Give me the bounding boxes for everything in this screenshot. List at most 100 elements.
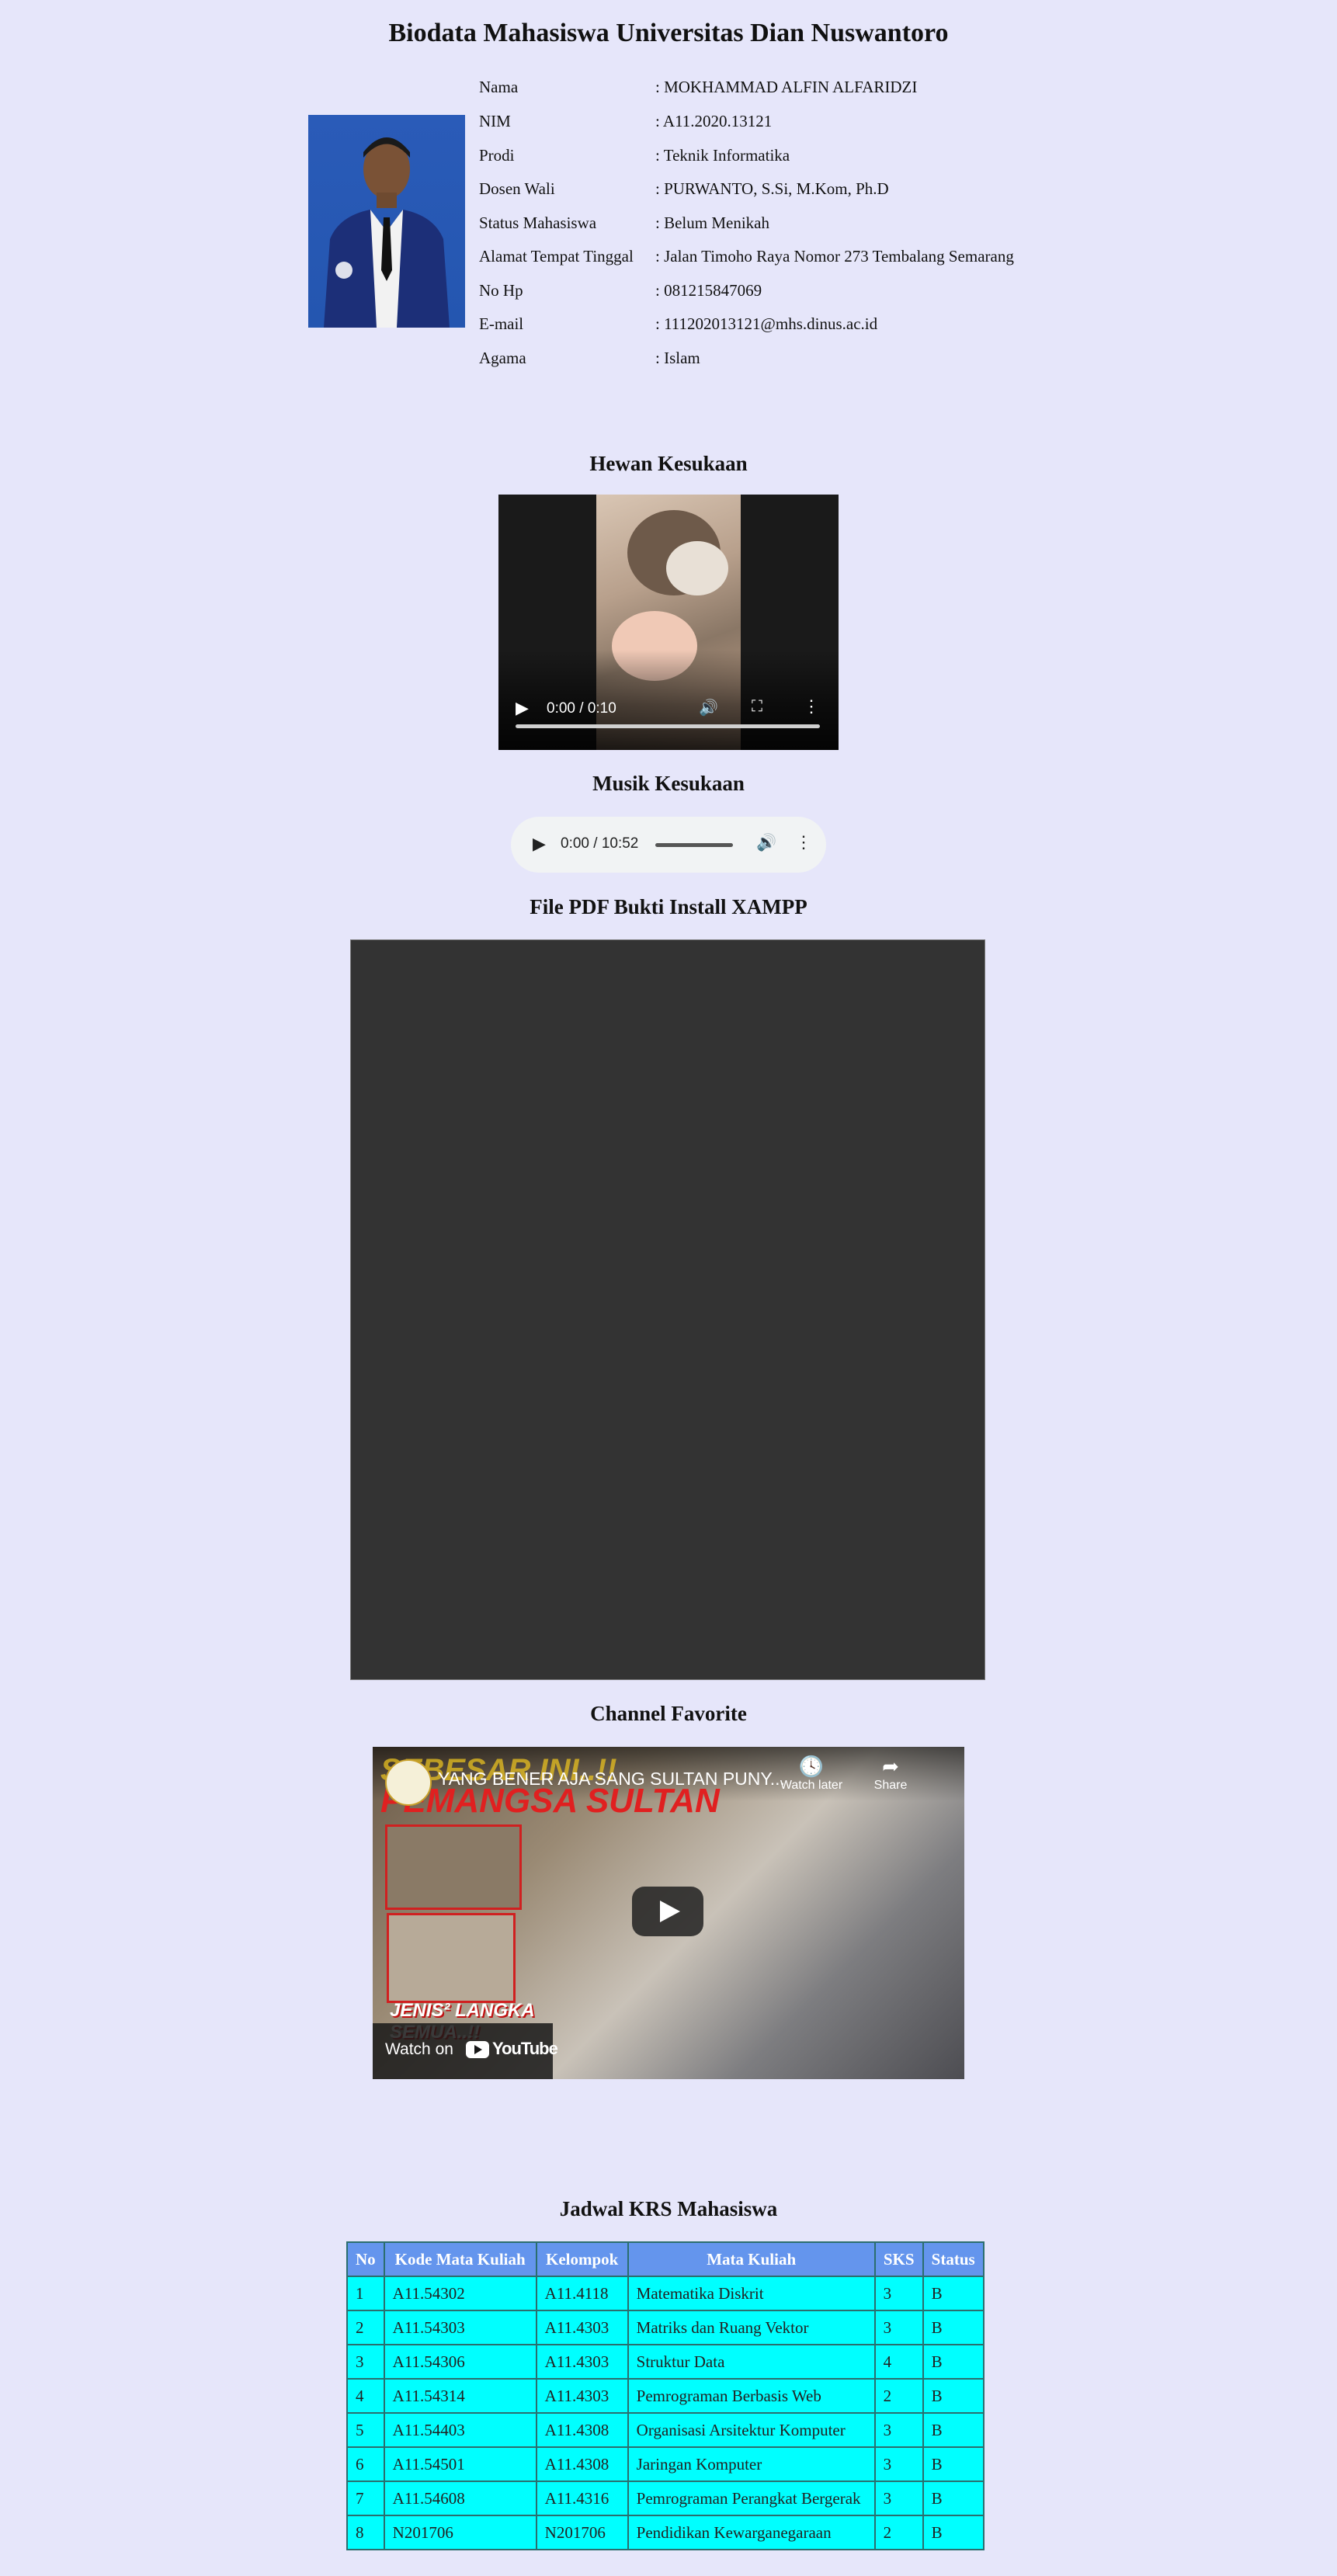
bio-label-agama: Agama — [479, 349, 526, 367]
cell-no: 3 — [346, 2344, 385, 2380]
pdf-viewer[interactable] — [350, 939, 985, 1680]
cell-no: 6 — [346, 2446, 385, 2482]
table-row: 5 A11.54403 A11.4308 Organisasi Arsitektur … — [346, 2412, 985, 2448]
youtube-logo-icon — [466, 2041, 489, 2058]
cell-kode: A11.54303 — [383, 2310, 537, 2345]
fullscreen-icon[interactable]: ⛶ — [752, 698, 762, 716]
bio-value-email: : 111202013121@mhs.dinus.ac.id — [655, 314, 878, 333]
cell-mata-kuliah: Organisasi Arsitektur Komputer — [627, 2412, 876, 2448]
person-portrait-icon — [324, 137, 450, 328]
section-title-pdf: File PDF Bukti Install XAMPP — [530, 895, 807, 918]
cell-sks: 4 — [873, 2344, 924, 2380]
bio-value-dosen-wali: : PURWANTO, S.Si, M.Kom, Ph.D — [655, 179, 889, 198]
cell-mata-kuliah: Matriks dan Ruang Vektor — [627, 2310, 876, 2345]
cell-status: B — [922, 2481, 985, 2516]
share-icon: ➦ — [882, 1755, 899, 1778]
cell-status: B — [922, 2446, 985, 2482]
bio-value-nama: : MOKHAMMAD ALFIN ALFARIDZI — [655, 78, 918, 96]
share-button[interactable]: ➦ Share — [863, 1755, 918, 1793]
cell-sks: 3 — [873, 2412, 924, 2448]
section-title-music: Musik Kesukaan — [592, 772, 745, 795]
thumbnail-inset-1 — [385, 1824, 522, 1910]
cell-mata-kuliah: Pemrograman Berbasis Web — [627, 2378, 876, 2414]
bio-label-status: Status Mahasiswa — [479, 214, 597, 232]
krs-table: No Kode Mata Kuliah Kelompok Mata Kuliah… — [346, 2241, 985, 2550]
watch-on-youtube-button[interactable]: Watch on YouTube — [373, 2023, 558, 2079]
cell-kelompok: A11.4303 — [535, 2310, 629, 2345]
cell-no: 8 — [346, 2515, 385, 2550]
play-button[interactable] — [632, 1887, 703, 1936]
cell-kode: N201706 — [383, 2515, 537, 2550]
cell-no: 2 — [346, 2310, 385, 2345]
col-header-status: Status — [922, 2241, 985, 2277]
cell-kelompok: A11.4118 — [535, 2276, 629, 2311]
cell-kode: A11.54608 — [383, 2481, 537, 2516]
cell-mata-kuliah: Pemrograman Perangkat Bergerak — [627, 2481, 876, 2516]
bio-label-nama: Nama — [479, 78, 519, 96]
youtube-embed[interactable]: SEBESAR INI..!! PEMANGSA SULTAN YANG BEN… — [373, 1747, 964, 2079]
bio-value-no-hp: : 081215847069 — [655, 281, 762, 300]
cell-status: B — [922, 2412, 985, 2448]
cell-sks: 3 — [873, 2276, 924, 2311]
cell-kode: A11.54302 — [383, 2276, 537, 2311]
table-row: 8 N201706 N201706 Pendidikan Kewarganegaraa… — [346, 2515, 985, 2550]
bio-value-alamat: : Jalan Timoho Raya Nomor 273 Tembalang … — [655, 247, 1014, 266]
col-header-kelompok: Kelompok — [535, 2241, 629, 2277]
share-label: Share — [873, 1779, 908, 1792]
krs-header-row: No Kode Mata Kuliah Kelompok Mata Kuliah… — [346, 2241, 985, 2277]
bio-value-prodi: : Teknik Informatika — [655, 146, 790, 165]
audio-progress-bar[interactable] — [655, 843, 733, 847]
volume-icon[interactable]: 🔊 — [699, 698, 718, 717]
profile-photo — [308, 115, 465, 328]
play-icon — [660, 1901, 680, 1922]
cell-status: B — [922, 2310, 985, 2345]
cell-kelompok: A11.4303 — [535, 2344, 629, 2380]
bio-label-prodi: Prodi — [479, 146, 515, 165]
bio-value-nim: : A11.2020.13121 — [655, 112, 773, 130]
cell-kelompok: A11.4308 — [535, 2446, 629, 2482]
youtube-logo-text: YouTube — [492, 2039, 558, 2058]
table-row: 3 A11.54306 A11.4303 Struktur Data 4 B — [346, 2344, 985, 2380]
table-row: 4 A11.54314 A11.4303 Pemrograman Berbasis W… — [346, 2378, 985, 2414]
cell-kelompok: N201706 — [535, 2515, 629, 2550]
section-title-pet: Hewan Kesukaan — [589, 452, 748, 475]
cell-sks: 3 — [873, 2310, 924, 2345]
col-header-mata-kuliah: Mata Kuliah — [627, 2241, 876, 2277]
cell-status: B — [922, 2344, 985, 2380]
bio-value-status: : Belum Menikah — [655, 214, 769, 232]
cell-kelompok: A11.4303 — [535, 2378, 629, 2414]
cell-sks: 3 — [873, 2446, 924, 2482]
bio-value-agama: : Islam — [655, 349, 700, 367]
audio-time: 0:00 / 10:52 — [561, 835, 639, 852]
music-audio-player[interactable]: ▶ 0:00 / 10:52 🔊 ⋮ — [511, 817, 826, 873]
cell-no: 4 — [346, 2378, 385, 2414]
cell-no: 5 — [346, 2412, 385, 2448]
cell-kode: A11.54306 — [383, 2344, 537, 2380]
channel-avatar[interactable] — [385, 1759, 432, 1806]
play-icon[interactable]: ▶ — [533, 834, 546, 854]
bio-label-dosen-wali: Dosen Wali — [479, 179, 555, 198]
table-row: 7 A11.54608 A11.4316 Pemrograman Perangkat … — [346, 2481, 985, 2516]
cell-sks: 3 — [873, 2481, 924, 2516]
thumbnail-inset-2 — [387, 1913, 516, 2003]
cell-sks: 2 — [873, 2378, 924, 2414]
cell-kelompok: A11.4316 — [535, 2481, 629, 2516]
more-options-icon[interactable]: ⋮ — [795, 832, 812, 852]
play-icon[interactable]: ▶ — [516, 698, 529, 718]
video-time: 0:00 / 0:10 — [547, 700, 616, 717]
watch-later-button[interactable]: 🕓 Watch later — [776, 1755, 846, 1793]
video-title[interactable]: YANG BENER AJA SANG SULTAN PUNY... — [438, 1769, 785, 1790]
pet-video-player[interactable]: ▶ 0:00 / 0:10 🔊 ⛶ ⋮ — [498, 495, 839, 750]
cell-mata-kuliah: Matematika Diskrit — [627, 2276, 876, 2311]
video-progress-bar[interactable] — [516, 724, 820, 728]
cell-no: 7 — [346, 2481, 385, 2516]
col-header-kode: Kode Mata Kuliah — [383, 2241, 537, 2277]
more-options-icon[interactable]: ⋮ — [803, 696, 820, 717]
cell-mata-kuliah: Pendidikan Kewarganegaraan — [627, 2515, 876, 2550]
volume-icon[interactable]: 🔊 — [756, 834, 776, 852]
bio-label-no-hp: No Hp — [479, 281, 523, 300]
cell-kode: A11.54501 — [383, 2446, 537, 2482]
cell-no: 1 — [346, 2276, 385, 2311]
cell-status: B — [922, 2378, 985, 2414]
col-header-sks: SKS — [873, 2241, 924, 2277]
